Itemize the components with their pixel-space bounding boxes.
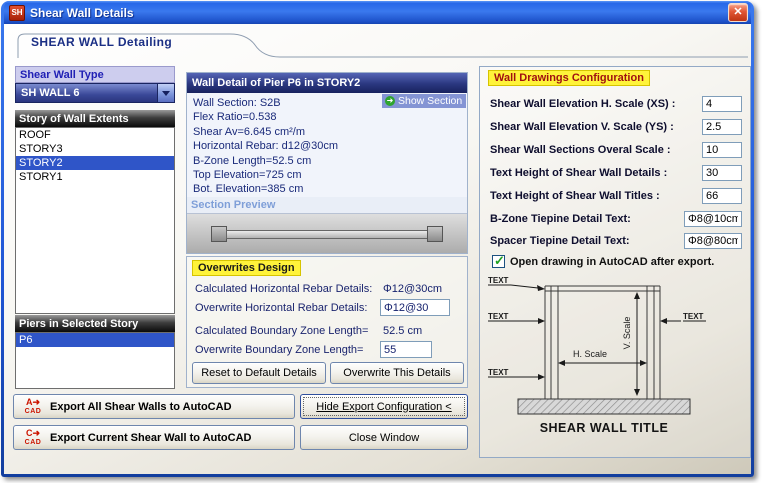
window-title: Shear Wall Details [30, 6, 723, 20]
section-preview-label: Section Preview [187, 197, 467, 213]
wall-type-value: SH WALL 6 [16, 87, 157, 99]
wall-type-header: Shear Wall Type [15, 66, 175, 83]
config-field-label: B-Zone Tiepine Detail Text: [490, 213, 631, 225]
v-scale-dimension: V. Scale [622, 292, 640, 396]
export-all-label: Export All Shear Walls to AutoCAD [50, 401, 232, 413]
arrow-icon: ➜ [385, 96, 395, 106]
ccad-icon: C➜ CAD [20, 429, 46, 447]
export-current-label: Export Current Shear Wall to AutoCAD [50, 432, 251, 444]
combo-dropdown-button[interactable] [157, 84, 174, 102]
autocad-export-checkbox[interactable]: ✓ [492, 255, 505, 268]
calc-rebar-value: Φ12@30cm [383, 283, 442, 295]
section-web [226, 230, 428, 239]
overwrite-details-button[interactable]: Overwrite This Details [330, 362, 464, 384]
config-field-label: Shear Wall Sections Overal Scale : [490, 144, 671, 156]
config-field-label: Text Height of Shear Wall Titles : [490, 190, 660, 202]
bzone-tiepine-input[interactable] [684, 211, 742, 227]
story-item[interactable]: STORY3 [16, 142, 174, 156]
window-close-button[interactable]: ✕ [728, 3, 748, 22]
config-field-label: Text Height of Shear Wall Details : [490, 167, 667, 179]
detail-line: Bot. Elevation=385 cm [193, 182, 467, 196]
detail-line: Flex Ratio=0.538 [193, 110, 467, 124]
config-row: Shear Wall Elevation H. Scale (XS) : [490, 96, 742, 114]
diagram-text-label: TEXT [488, 276, 509, 285]
config-field-label: Shear Wall Elevation H. Scale (XS) : [490, 98, 675, 110]
hide-export-config-button[interactable]: Hide Export Configuration < [300, 394, 468, 419]
dialog-client-area: SHEAR WALL Detailing Shear Wall Type SH … [4, 24, 751, 474]
spacer-tiepine-input[interactable] [684, 233, 742, 249]
autocad-export-label: Open drawing in AutoCAD after export. [510, 256, 714, 268]
wall-outline [545, 286, 660, 399]
wall-detail-header: Wall Detail of Pier P6 in STORY2 [187, 73, 467, 93]
show-section-label: Show Section [398, 95, 462, 107]
config-row: B-Zone Tiepine Detail Text: [490, 211, 742, 229]
config-row: Shear Wall Elevation V. Scale (YS) : [490, 119, 742, 137]
detail-line: Horizontal Rebar: d12@30cm [193, 139, 467, 153]
diagram-text-label: TEXT [683, 312, 704, 321]
detail-line: Top Elevation=725 cm [193, 168, 467, 182]
story-item[interactable]: STORY1 [16, 170, 174, 184]
story-item[interactable]: ROOF [16, 128, 174, 142]
open-autocad-row: ✓ Open drawing in AutoCAD after export. [492, 255, 714, 268]
foundation [518, 399, 690, 414]
reset-default-button[interactable]: Reset to Default Details [192, 362, 326, 384]
wall-detail-group: Wall Detail of Pier P6 in STORY2 ➜ Show … [186, 72, 468, 254]
diagram-text-label: TEXT [488, 368, 509, 377]
h-scale-dimension: H. Scale [558, 349, 647, 366]
app-icon: SH [9, 5, 25, 21]
h-scale-label: H. Scale [573, 349, 607, 359]
pier-listbox: P6 [15, 332, 175, 389]
tab-shear-wall-detailing: SHEAR WALL Detailing [31, 35, 172, 49]
chevron-down-icon [162, 91, 170, 96]
overwrite-bzone-input[interactable] [380, 341, 432, 358]
text-height-details-input[interactable] [702, 165, 742, 181]
story-item-selected[interactable]: STORY2 [16, 156, 174, 170]
overwrites-design-group: Overwrites Design Calculated Horizontal … [186, 256, 468, 388]
wall-type-combo[interactable]: SH WALL 6 [15, 83, 175, 103]
show-section-link[interactable]: ➜ Show Section [382, 94, 466, 108]
calc-bzone-value: 52.5 cm [383, 325, 422, 337]
shear-wall-title: SHEAR WALL TITLE [540, 421, 669, 435]
wall-drawings-config-header: Wall Drawings Configuration [488, 70, 650, 86]
config-row: Text Height of Shear Wall Details : [490, 165, 742, 183]
section-left-boundary [211, 226, 227, 242]
config-field-label: Shear Wall Elevation V. Scale (YS) : [490, 121, 674, 133]
dialog-window: SH Shear Wall Details ✕ SHEAR WALL Detai… [1, 1, 754, 477]
section-right-boundary [427, 226, 443, 242]
sections-scale-input[interactable] [702, 142, 742, 158]
calc-bzone-label: Calculated Boundary Zone Length= [195, 325, 368, 337]
config-row: Spacer Tiepine Detail Text: [490, 233, 742, 251]
acad-icon: A➜ CAD [20, 398, 46, 416]
overwrite-rebar-input[interactable] [380, 299, 450, 316]
detail-line: Shear Av=6.645 cm²/m [193, 125, 467, 139]
v-scale-ys-input[interactable] [702, 119, 742, 135]
diagram-annotations: TEXT TEXT TEXT TEXT [488, 276, 706, 380]
h-scale-xs-input[interactable] [702, 96, 742, 112]
wall-detail-info: ➜ Show Section Wall Section: S2B Flex Ra… [187, 93, 467, 197]
overwrites-design-header: Overwrites Design [192, 260, 301, 276]
export-current-button[interactable]: C➜ CAD Export Current Shear Wall to Auto… [13, 425, 295, 450]
story-list-header: Story of Wall Extents [15, 110, 175, 127]
config-field-label: Spacer Tiepine Detail Text: [490, 235, 630, 247]
detail-line: B-Zone Length=52.5 cm [193, 154, 467, 168]
config-row: Shear Wall Sections Overal Scale : [490, 142, 742, 160]
close-window-button[interactable]: Close Window [300, 425, 468, 450]
overwrite-bzone-label: Overwrite Boundary Zone Length= [195, 344, 363, 356]
story-listbox: ROOF STORY3 STORY2 STORY1 [15, 127, 175, 314]
calc-rebar-label: Calculated Horizontal Rebar Details: [195, 283, 372, 295]
overwrite-rebar-label: Overwrite Horizontal Rebar Details: [195, 302, 367, 314]
titlebar: SH Shear Wall Details ✕ [4, 1, 751, 24]
section-preview [187, 213, 467, 253]
check-icon: ✓ [494, 253, 505, 269]
wall-drawings-config-panel: Wall Drawings Configuration Shear Wall E… [479, 66, 751, 458]
wall-elevation-diagram: TEXT TEXT TEXT TEXT [480, 269, 750, 457]
diagram-text-label: TEXT [488, 312, 509, 321]
v-scale-label: V. Scale [622, 317, 632, 350]
pier-item-selected[interactable]: P6 [16, 333, 174, 347]
pier-list-header: Piers in Selected Story [15, 315, 175, 332]
export-all-button[interactable]: A➜ CAD Export All Shear Walls to AutoCAD [13, 394, 295, 419]
text-height-titles-input[interactable] [702, 188, 742, 204]
config-row: Text Height of Shear Wall Titles : [490, 188, 742, 206]
